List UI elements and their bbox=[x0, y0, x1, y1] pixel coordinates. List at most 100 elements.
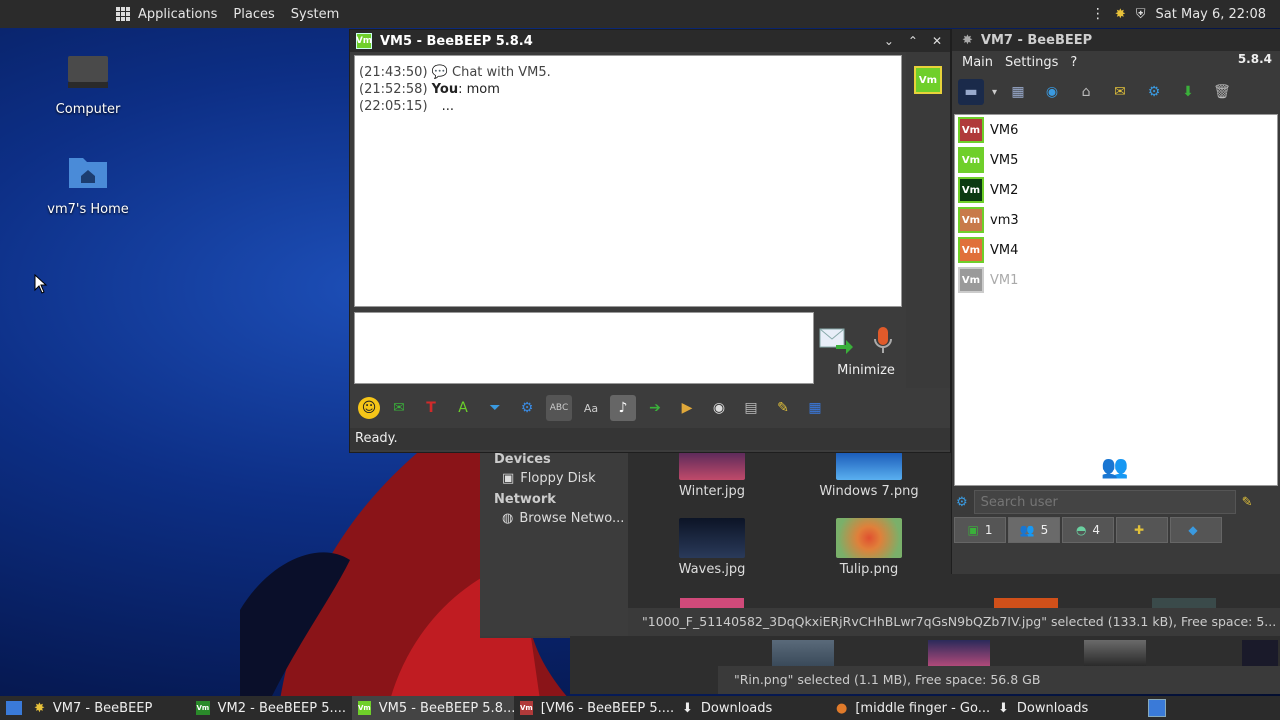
tab-group-add[interactable]: ✚ bbox=[1116, 517, 1168, 543]
applications-menu[interactable]: Applications bbox=[116, 7, 217, 22]
taskbar-item-downloads[interactable]: ⬇ Downloads bbox=[676, 696, 830, 720]
show-desktop-button[interactable] bbox=[0, 696, 28, 720]
font-color-icon[interactable]: A bbox=[450, 395, 476, 421]
file-item[interactable]: Waves.jpg bbox=[647, 518, 777, 577]
chat-status: Ready. bbox=[350, 428, 950, 450]
show-desktop-icon bbox=[6, 701, 22, 715]
file-item[interactable]: Tulip.png bbox=[804, 518, 934, 577]
profile-edit-icon[interactable]: ▦ bbox=[1005, 79, 1031, 105]
chat-title: VM5 - BeeBEEP 5.8.4 bbox=[380, 33, 533, 49]
applications-label: Applications bbox=[138, 6, 218, 22]
workspace-switcher[interactable] bbox=[1142, 696, 1172, 720]
close-icon[interactable]: ✕ bbox=[932, 34, 942, 48]
text-format-icon[interactable]: T bbox=[418, 395, 444, 421]
network-broadcast-icon[interactable]: ◉ bbox=[1039, 79, 1065, 105]
home-icon[interactable]: ⌂ bbox=[1073, 79, 1099, 105]
taskbar-item-vm5[interactable]: Vm VM5 - BeeBEEP 5.8.... bbox=[352, 696, 514, 720]
file-item[interactable]: Windows 7.png bbox=[804, 452, 934, 499]
music-note-icon[interactable]: ♪ bbox=[610, 395, 636, 421]
chevron-up-icon[interactable]: ⌃ bbox=[908, 34, 918, 48]
vm5-avatar[interactable]: Vm bbox=[914, 66, 942, 94]
save-chat-icon[interactable]: ▦ bbox=[802, 395, 828, 421]
thumbnail bbox=[836, 452, 902, 480]
speech-bubble-icon: 💬 bbox=[431, 65, 448, 80]
menu-main[interactable]: Main bbox=[962, 55, 993, 70]
taskbar-item-vm6[interactable]: Vm [VM6 - BeeBEEP 5.... bbox=[514, 696, 676, 720]
sidebar-item-browse-network[interactable]: ◍ Browse Netwo... bbox=[502, 511, 628, 526]
home-folder-icon bbox=[69, 158, 107, 188]
mail-icon[interactable]: ✉ bbox=[386, 395, 412, 421]
file-item[interactable]: Winter.jpg bbox=[647, 452, 777, 499]
filter-icon[interactable]: ⏷ bbox=[482, 395, 508, 421]
user-item-vm6[interactable]: Vm VM6 bbox=[955, 115, 1277, 145]
search-user-input[interactable] bbox=[973, 490, 1236, 514]
trash-icon[interactable]: 🗑 bbox=[1209, 79, 1235, 105]
emoji-icon[interactable]: ☺ bbox=[358, 397, 380, 419]
taskbar-item-vm2[interactable]: Vm VM2 - BeeBEEP 5.... bbox=[190, 696, 352, 720]
vm-badge-icon: Vm bbox=[358, 701, 371, 715]
send-folder-icon[interactable]: ▶ bbox=[674, 395, 700, 421]
tab-users[interactable]: 👥 5 bbox=[1008, 517, 1060, 543]
clear-icon[interactable]: ▤ bbox=[738, 395, 764, 421]
task-label: VM7 - BeeBEEP bbox=[52, 700, 153, 716]
edit-icon[interactable]: ✎ bbox=[770, 395, 796, 421]
sidebar-item-floppy[interactable]: ▣ Floppy Disk bbox=[502, 471, 628, 486]
menu-settings[interactable]: Settings bbox=[1005, 55, 1058, 70]
user-avatar: Vm bbox=[958, 147, 984, 173]
user-item-vm4[interactable]: Vm VM4 bbox=[955, 235, 1277, 265]
user-avatar: Vm bbox=[958, 237, 984, 263]
tab-chats[interactable]: ▣ 1 bbox=[954, 517, 1006, 543]
taskbar-item-firefox[interactable]: ● [middle finger - Go... bbox=[830, 696, 992, 720]
taskbar-item-vm7[interactable]: ✸ VM7 - BeeBEEP bbox=[28, 696, 190, 720]
search-row: ⚙ ✎ bbox=[956, 489, 1278, 515]
message-text: Chat with VM5. bbox=[452, 65, 551, 80]
user-name: VM2 bbox=[990, 182, 1019, 198]
taskbar-item-downloads-2[interactable]: ⬇ Downloads bbox=[992, 696, 1142, 720]
user-item-vm3[interactable]: Vm vm3 bbox=[955, 205, 1277, 235]
send-message-icon[interactable] bbox=[818, 325, 854, 355]
user-avatar: Vm bbox=[958, 177, 984, 203]
chat-log[interactable]: (21:43:50) 💬 Chat with VM5. (21:52:58) Y… bbox=[354, 55, 902, 307]
send-file-icon[interactable]: ➔ bbox=[642, 395, 668, 421]
user-item-vm1[interactable]: Vm VM1 bbox=[955, 265, 1277, 295]
user-item-vm5[interactable]: Vm VM5 bbox=[955, 145, 1277, 175]
users-titlebar[interactable]: ✸ VM7 - BeeBEEP bbox=[952, 29, 1280, 51]
menu-help[interactable]: ? bbox=[1070, 55, 1077, 70]
shield-icon[interactable]: ⛨ bbox=[1136, 7, 1146, 22]
clock[interactable]: Sat May 6, 22:08 bbox=[1156, 7, 1266, 22]
status-picture-icon[interactable]: ▬ bbox=[958, 79, 984, 105]
download-folder-icon[interactable]: ⬇ bbox=[1175, 79, 1201, 105]
clear-search-icon[interactable]: ✎ bbox=[1242, 495, 1253, 510]
kebab-menu-icon[interactable]: ⋮ bbox=[1091, 6, 1105, 22]
write-message-icon[interactable]: ✉ bbox=[1107, 79, 1133, 105]
users-group-icon: 👥 bbox=[1101, 455, 1129, 480]
chevron-down-icon[interactable]: ⌄ bbox=[884, 34, 894, 48]
home-desktop-icon[interactable]: vm7's Home bbox=[38, 152, 138, 217]
message-input[interactable] bbox=[354, 312, 814, 384]
beebeep-tray-icon[interactable]: ✸ bbox=[1115, 7, 1126, 22]
computer-desktop-icon[interactable]: Computer bbox=[38, 52, 138, 117]
task-label: VM5 - BeeBEEP 5.8.... bbox=[378, 700, 514, 716]
plugins-icon[interactable]: ⚙ bbox=[1141, 79, 1167, 105]
system-menu[interactable]: System bbox=[291, 7, 339, 22]
chat-message: (21:43:50) 💬 Chat with VM5. bbox=[359, 64, 897, 81]
places-menu[interactable]: Places bbox=[233, 7, 274, 22]
thumbnail bbox=[994, 598, 1058, 608]
task-label: [VM6 - BeeBEEP 5.... bbox=[540, 700, 675, 716]
user-item-vm2[interactable]: Vm VM2 bbox=[955, 175, 1277, 205]
microphone-icon[interactable] bbox=[870, 325, 896, 357]
font-size-icon[interactable]: Aa bbox=[578, 395, 604, 421]
settings-gear-icon[interactable]: ⚙ bbox=[514, 395, 540, 421]
tab-groups[interactable]: ◓ 4 bbox=[1062, 517, 1114, 543]
user-name: VM6 bbox=[990, 122, 1019, 138]
tab-files[interactable]: ◆ bbox=[1170, 517, 1222, 543]
beebeep-icon: ✸ bbox=[34, 700, 45, 716]
thumbnail bbox=[679, 518, 745, 558]
chat-titlebar[interactable]: Vm VM5 - BeeBEEP 5.8.4 ⌄ ⌃ ✕ bbox=[350, 30, 950, 52]
screenshot-icon[interactable]: ◉ bbox=[706, 395, 732, 421]
file-name: Tulip.png bbox=[839, 562, 899, 577]
chat-side-panel: Vm bbox=[906, 52, 950, 388]
dropdown-arrow-icon[interactable]: ▾ bbox=[992, 87, 997, 98]
search-settings-icon[interactable]: ⚙ bbox=[956, 495, 968, 510]
spellcheck-icon[interactable]: ABC bbox=[546, 395, 572, 421]
